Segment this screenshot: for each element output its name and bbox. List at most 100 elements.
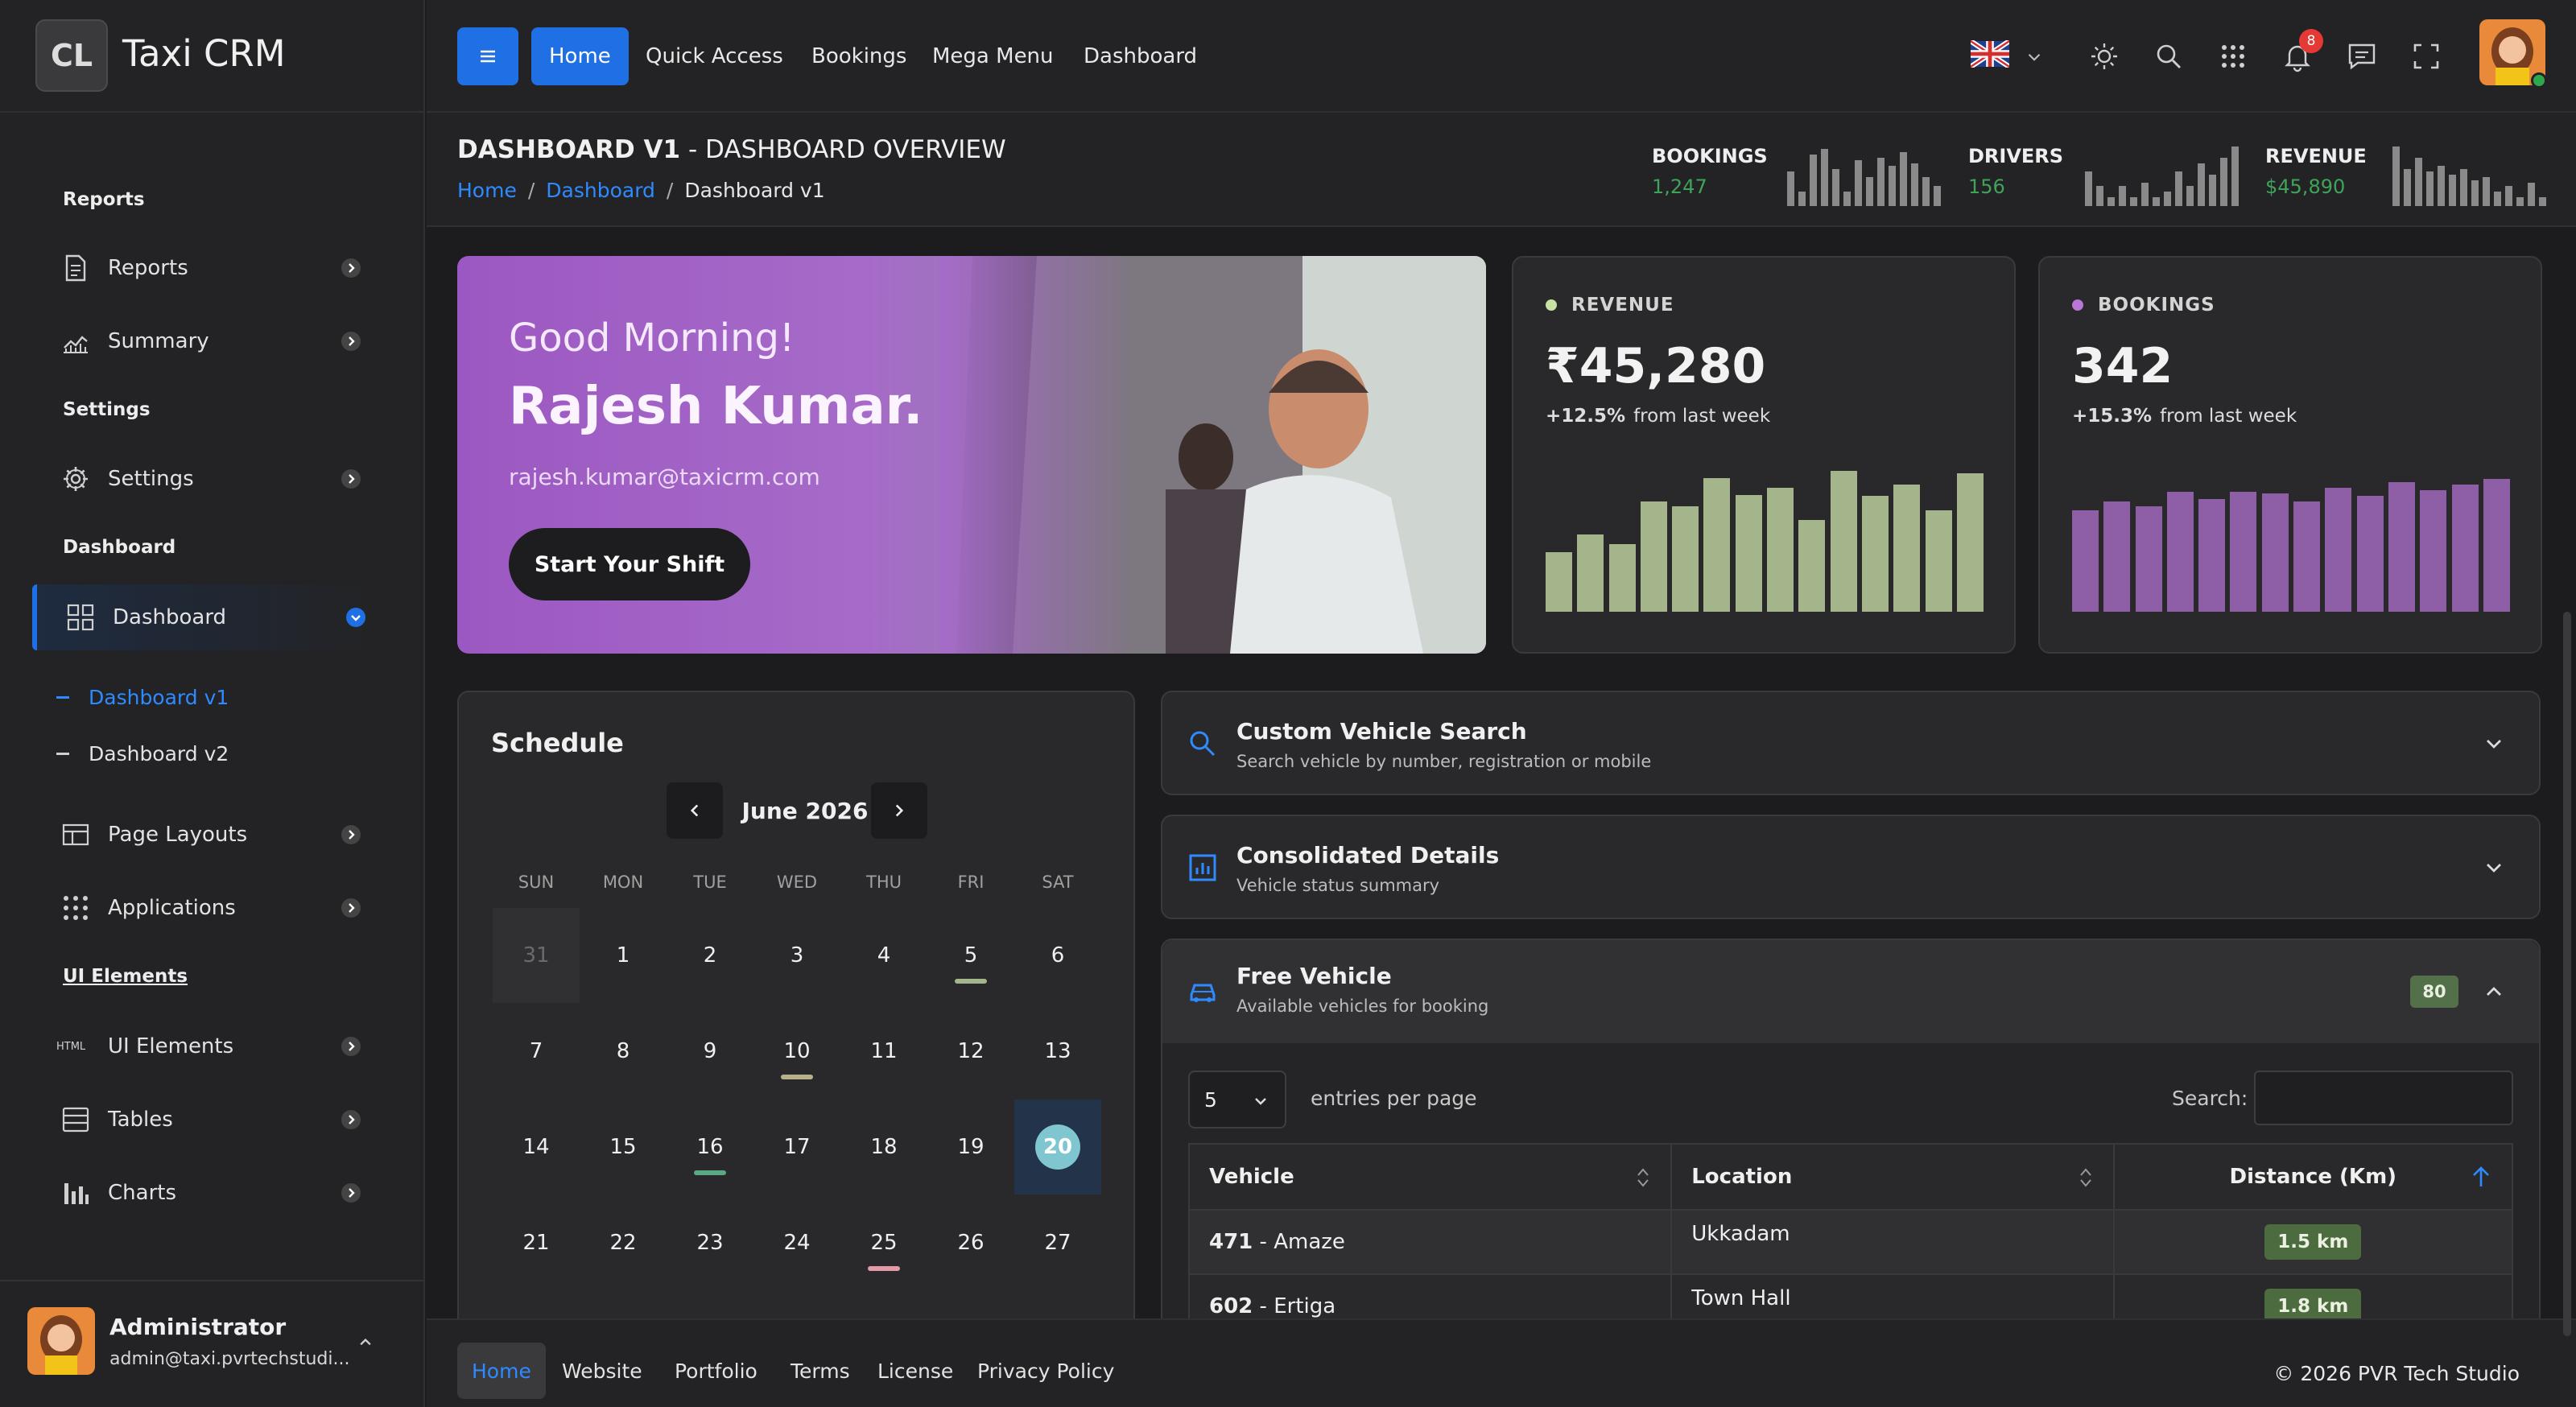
calendar-day[interactable]: 5 (927, 908, 1014, 1003)
card-label: BOOKINGS (2072, 295, 2215, 316)
consolidated-details-panel[interactable]: Consolidated Details Vehicle status summ… (1161, 815, 2541, 919)
sidebar-item-label: Page Layouts (108, 823, 248, 847)
calendar-day[interactable]: 16 (667, 1100, 753, 1195)
messages-icon[interactable] (2341, 35, 2383, 77)
calendar-day[interactable]: 25 (840, 1195, 927, 1290)
calendar-day[interactable]: 13 (1014, 1004, 1101, 1099)
calendar-day-number: 24 (783, 1231, 811, 1255)
table-icon (62, 1107, 89, 1133)
topnav-bookings[interactable]: Bookings (794, 27, 924, 85)
calendar-day[interactable]: 6 (1014, 908, 1101, 1003)
driver-email: rajesh.kumar@taxicrm.com (509, 464, 820, 490)
footer-link-home[interactable]: Home (457, 1343, 546, 1399)
search-icon[interactable] (2148, 35, 2190, 77)
panel-title: Free Vehicle (1236, 963, 1392, 989)
sparkline-bar (2220, 158, 2227, 206)
topnav-quick-access[interactable]: Quick Access (628, 27, 801, 85)
bar (2325, 488, 2352, 612)
chevron-down-icon[interactable] (2481, 731, 2507, 757)
table-search-input[interactable] (2254, 1071, 2513, 1125)
calendar-day[interactable]: 3 (753, 908, 840, 1003)
calendar-day[interactable]: 4 (840, 908, 927, 1003)
brand-header: CL Taxi CRM (0, 0, 425, 113)
calendar-day[interactable]: 21 (493, 1195, 580, 1290)
calendar-day[interactable]: 24 (753, 1195, 840, 1290)
page-scrollbar[interactable] (2563, 612, 2571, 1336)
weekday-header: WED (776, 873, 818, 892)
app-logo[interactable]: CL (35, 19, 108, 92)
chevron-up-icon[interactable] (2481, 979, 2507, 1005)
calendar-day[interactable]: 2 (667, 908, 753, 1003)
calendar-day-number: 27 (1044, 1231, 1071, 1255)
calendar-day[interactable]: 19 (927, 1100, 1014, 1195)
breadcrumb-home[interactable]: Home (457, 179, 517, 202)
chevron-up-icon[interactable] (354, 1331, 377, 1354)
sidebar-item-ui-elements[interactable]: HTML UI Elements (32, 1013, 378, 1079)
calendar-day-number: 7 (529, 1039, 543, 1063)
revenue-card: REVENUE ₹45,280 +12.5% from last week (1512, 256, 2016, 654)
footer-link-website[interactable]: Website (547, 1343, 657, 1399)
calendar-day[interactable]: 20 (1014, 1100, 1101, 1195)
sidebar-subitem-dashboard-v1[interactable]: Dashboard v1 (56, 686, 229, 709)
sidebar-item-settings[interactable]: Settings (32, 446, 378, 512)
next-month-button[interactable] (871, 782, 927, 839)
calendar-day[interactable]: 14 (493, 1100, 580, 1195)
table-row[interactable]: 471 - Amaze Ukkadam 1.5 km (1187, 1209, 2514, 1275)
theme-toggle-icon[interactable] (2083, 35, 2125, 77)
sidebar-item-label: Applications (108, 896, 236, 920)
menu-toggle-button[interactable] (457, 27, 518, 85)
calendar-day[interactable]: 8 (580, 1004, 667, 1099)
sidebar: CL Taxi CRM Reports Reports Summary Sett… (0, 0, 425, 1407)
free-vehicle-header[interactable]: Free Vehicle Available vehicles for book… (1162, 940, 2539, 1043)
topnav-home[interactable]: Home (531, 27, 629, 85)
sidebar-item-applications[interactable]: Applications (32, 875, 378, 941)
chevron-down-icon[interactable] (2481, 855, 2507, 881)
uk-flag-icon[interactable] (1969, 39, 2011, 69)
user-profile[interactable]: Administrator admin@taxi.pvrtechstudi... (0, 1280, 425, 1407)
calendar-day[interactable]: 26 (927, 1195, 1014, 1290)
topnav-dashboard[interactable]: Dashboard (1066, 27, 1215, 85)
calendar-day[interactable]: 15 (580, 1100, 667, 1195)
sidebar-item-dashboard[interactable]: Dashboard (32, 584, 378, 650)
sidebar-item-tables[interactable]: Tables (32, 1087, 378, 1153)
calendar-day[interactable]: 22 (580, 1195, 667, 1290)
calendar-day[interactable]: 27 (1014, 1195, 1101, 1290)
calendar-day[interactable]: 9 (667, 1004, 753, 1099)
calendar-day[interactable]: 31 (493, 908, 580, 1003)
column-header-vehicle[interactable]: Vehicle (1187, 1143, 1673, 1211)
topnav-mega-menu[interactable]: Mega Menu (914, 27, 1071, 85)
sidebar-item-summary[interactable]: Summary (32, 308, 378, 374)
apps-grid-icon[interactable] (2212, 35, 2254, 77)
sidebar-item-page-layouts[interactable]: Page Layouts (32, 802, 378, 868)
footer-link-privacy-policy[interactable]: Privacy Policy (963, 1343, 1129, 1399)
breadcrumb-dashboard[interactable]: Dashboard (546, 179, 655, 202)
footer-link-terms[interactable]: Terms (776, 1343, 865, 1399)
column-header-distance[interactable]: Distance (Km) (2112, 1143, 2514, 1211)
column-header-location[interactable]: Location (1670, 1143, 2115, 1211)
location-cell: Ukkadam (1670, 1209, 2115, 1275)
start-shift-button[interactable]: Start Your Shift (509, 528, 750, 600)
calendar-day[interactable]: 23 (667, 1195, 753, 1290)
calendar-day[interactable]: 12 (927, 1004, 1014, 1099)
footer-link-license[interactable]: License (863, 1343, 968, 1399)
chevron-down-icon[interactable] (2024, 47, 2045, 68)
calendar-day[interactable]: 1 (580, 908, 667, 1003)
sidebar-item-charts[interactable]: Charts (32, 1160, 378, 1226)
calendar-day[interactable]: 18 (840, 1100, 927, 1195)
breadcrumb-current: Dashboard v1 (684, 179, 825, 202)
custom-vehicle-search-panel[interactable]: Custom Vehicle Search Search vehicle by … (1161, 691, 2541, 795)
footer-link-portfolio[interactable]: Portfolio (660, 1343, 772, 1399)
calendar-day[interactable]: 7 (493, 1004, 580, 1099)
sidebar-subitem-dashboard-v2[interactable]: Dashboard v2 (56, 742, 229, 765)
calendar-day[interactable]: 10 (753, 1004, 840, 1099)
bookings-bar-chart (2072, 467, 2510, 612)
calendar-day[interactable]: 17 (753, 1100, 840, 1195)
card-value: 342 (2072, 338, 2174, 394)
calendar-day[interactable]: 11 (840, 1004, 927, 1099)
notifications-bell-icon[interactable]: 8 (2277, 29, 2323, 77)
sidebar-item-reports[interactable]: Reports (32, 235, 378, 301)
sparkline-bar (2494, 192, 2501, 206)
entries-per-page-select[interactable]: 5 (1188, 1071, 1286, 1128)
sidebar-item-label: UI Elements (108, 1034, 234, 1058)
fullscreen-icon[interactable] (2405, 35, 2447, 77)
